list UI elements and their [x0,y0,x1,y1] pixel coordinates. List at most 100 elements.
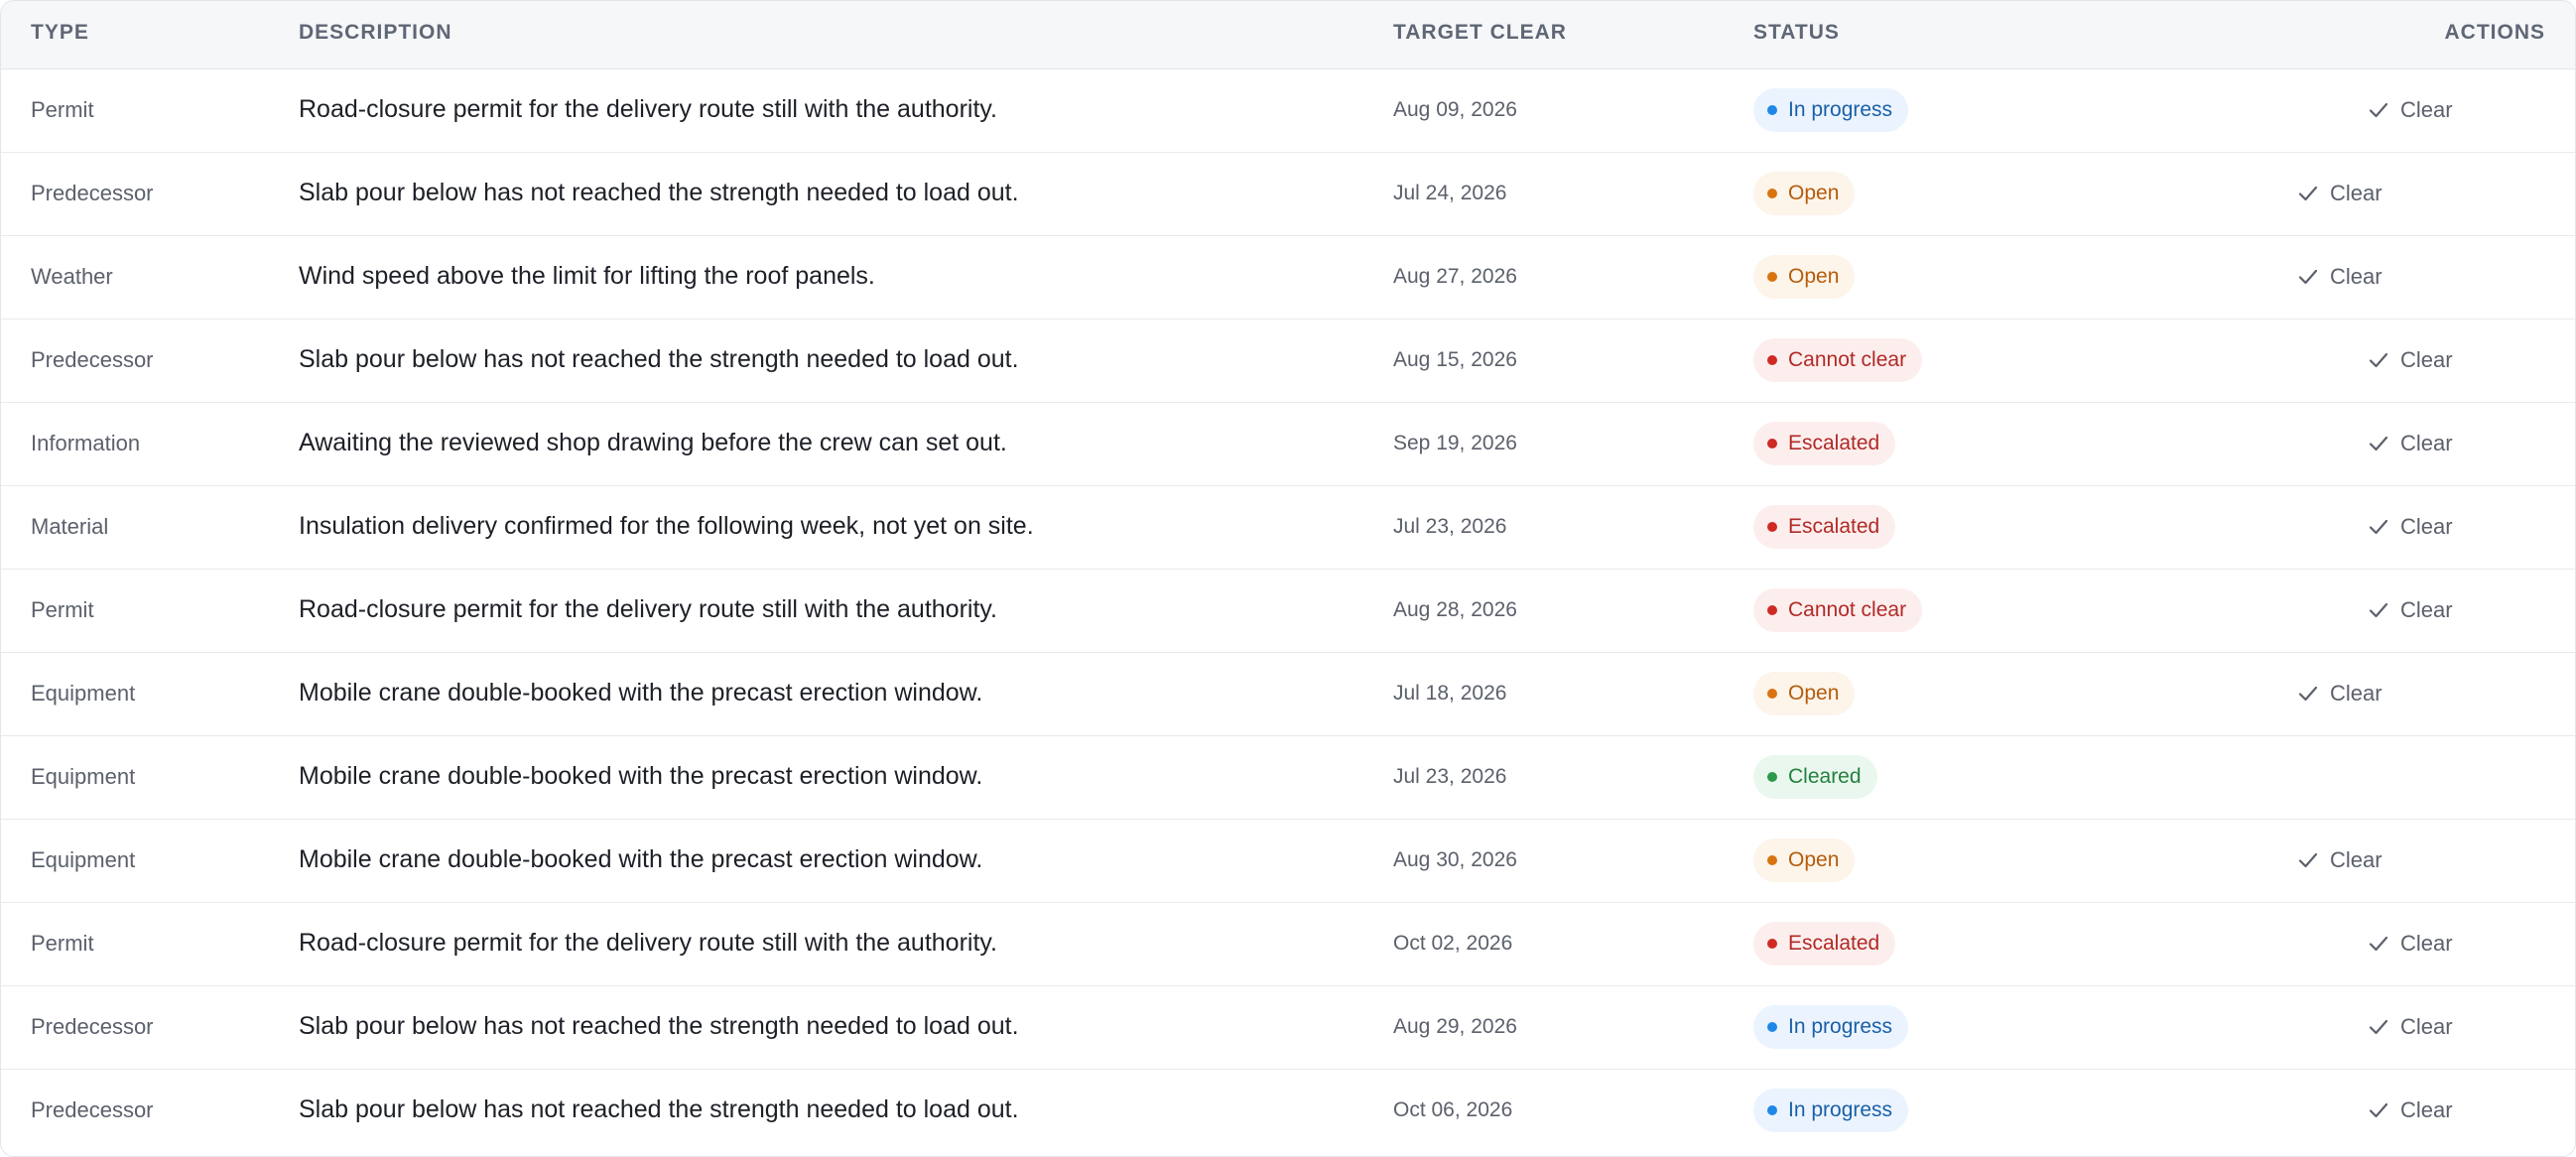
clear-label: Clear [2400,347,2453,372]
cell-type: Predecessor [31,1014,154,1039]
cell-description: Road-closure permit for the delivery rou… [299,595,998,623]
checkmark-icon [2369,352,2400,368]
table-row[interactable]: Predecessor Slab pour below has not reach… [1,320,2575,403]
clear-label: Clear [2400,1097,2453,1122]
status-label: Cannot clear [1788,348,1907,371]
clear-label: Clear [2330,847,2383,872]
cell-target-clear: Sep 19, 2026 [1393,432,1517,454]
table-row[interactable]: Material Insulation delivery confirmed fo… [1,486,2575,570]
clear-button[interactable]: Clear [2369,514,2453,540]
table-header: TYPE DESCRIPTION TARGET CLEAR STATUS ACT… [1,1,2575,69]
checkmark-icon [2369,1019,2400,1035]
clear-label: Clear [2330,681,2383,706]
cell-description: Mobile crane double-booked with the prec… [299,762,983,790]
cell-type: Material [31,514,109,539]
cell-description: Road-closure permit for the delivery rou… [299,929,998,957]
status-dot-icon [1767,605,1777,615]
cell-target-clear: Aug 29, 2026 [1393,1015,1517,1038]
cell-description: Awaiting the reviewed shop drawing befor… [299,429,1007,456]
table-row[interactable]: Equipment Mobile crane double-booked with… [1,820,2575,903]
checkmark-icon [2298,269,2330,285]
header-actions: ACTIONS [2444,21,2545,44]
clear-button[interactable]: Clear [2298,264,2383,290]
table-row[interactable]: Permit Road-closure permit for the delive… [1,570,2575,653]
table-row[interactable]: Information Awaiting the reviewed shop dr… [1,403,2575,486]
table-row[interactable]: Equipment Mobile crane double-booked with… [1,653,2575,736]
status-badge: Cannot clear [1753,588,1923,632]
status-badge: Escalated [1753,922,1896,965]
checkmark-icon [2298,852,2330,868]
status-badge: Open [1753,838,1856,882]
status-badge: In progress [1753,1005,1909,1049]
status-label: In progress [1788,1015,1893,1038]
table-row[interactable]: Permit Road-closure permit for the delive… [1,69,2575,153]
cell-target-clear: Oct 02, 2026 [1393,932,1513,955]
status-dot-icon [1767,189,1777,198]
checkmark-icon [2298,186,2330,201]
status-dot-icon [1767,1105,1777,1115]
table-row[interactable]: Permit Road-closure permit for the delive… [1,903,2575,986]
table-row[interactable]: Weather Wind speed above the limit for li… [1,236,2575,320]
status-dot-icon [1767,355,1777,365]
checkmark-icon [2369,102,2400,118]
clear-button[interactable]: Clear [2369,431,2453,456]
checkmark-icon [2369,519,2400,535]
header-description[interactable]: DESCRIPTION [299,21,452,45]
cell-type: Permit [31,931,94,956]
cell-type: Permit [31,597,94,622]
clear-button[interactable]: Clear [2369,97,2453,123]
status-label: Open [1788,265,1840,288]
checkmark-icon [2369,1102,2400,1118]
cell-target-clear: Jul 18, 2026 [1393,682,1507,705]
cell-description: Mobile crane double-booked with the prec… [299,845,983,873]
table-row[interactable]: Predecessor Slab pour below has not reach… [1,153,2575,236]
header-type[interactable]: TYPE [31,21,89,45]
status-badge: Open [1753,672,1856,715]
clear-label: Clear [2400,1014,2453,1039]
cell-type: Equipment [31,847,136,872]
table-row[interactable]: Predecessor Slab pour below has not reach… [1,1070,2575,1152]
clear-label: Clear [2400,931,2453,956]
status-dot-icon [1767,439,1777,449]
table-body: Permit Road-closure permit for the delive… [1,69,2575,1152]
header-status[interactable]: STATUS [1753,21,1840,45]
clear-label: Clear [2330,181,2383,205]
cell-description: Slab pour below has not reached the stre… [299,345,1019,373]
status-label: Escalated [1788,432,1880,454]
cell-type: Predecessor [31,181,154,205]
cell-target-clear: Jul 23, 2026 [1393,515,1507,538]
clear-button[interactable]: Clear [2369,347,2453,373]
status-dot-icon [1767,689,1777,699]
clear-button[interactable]: Clear [2298,847,2383,873]
clear-button[interactable]: Clear [2369,931,2453,957]
clear-button[interactable]: Clear [2298,181,2383,206]
status-badge: Open [1753,255,1856,299]
cell-target-clear: Jul 24, 2026 [1393,182,1507,204]
status-badge: Open [1753,172,1856,215]
cell-type: Information [31,431,141,455]
clear-label: Clear [2400,597,2453,622]
cell-target-clear: Jul 23, 2026 [1393,765,1507,788]
clear-button[interactable]: Clear [2369,1014,2453,1040]
cell-description: Road-closure permit for the delivery rou… [299,95,998,123]
cell-description: Mobile crane double-booked with the prec… [299,679,983,707]
table-row[interactable]: Equipment Mobile crane double-booked with… [1,736,2575,820]
cell-type: Predecessor [31,347,154,372]
table-row[interactable]: Predecessor Slab pour below has not reach… [1,986,2575,1070]
header-target-clear[interactable]: TARGET CLEAR [1393,21,1567,45]
clear-button[interactable]: Clear [2369,1097,2453,1123]
clear-label: Clear [2400,97,2453,122]
status-badge: Escalated [1753,422,1896,465]
status-label: In progress [1788,98,1893,121]
status-label: Escalated [1788,932,1880,955]
clear-button[interactable]: Clear [2369,597,2453,623]
cell-description: Wind speed above the limit for lifting t… [299,262,875,290]
status-badge: In progress [1753,88,1909,132]
cell-type: Equipment [31,764,136,789]
status-badge: Escalated [1753,505,1896,549]
cell-description: Insulation delivery confirmed for the fo… [299,512,1034,540]
cell-target-clear: Aug 09, 2026 [1393,98,1517,121]
status-dot-icon [1767,522,1777,532]
clear-button[interactable]: Clear [2298,681,2383,707]
constraints-table: TYPE DESCRIPTION TARGET CLEAR STATUS ACT… [0,0,2576,1157]
